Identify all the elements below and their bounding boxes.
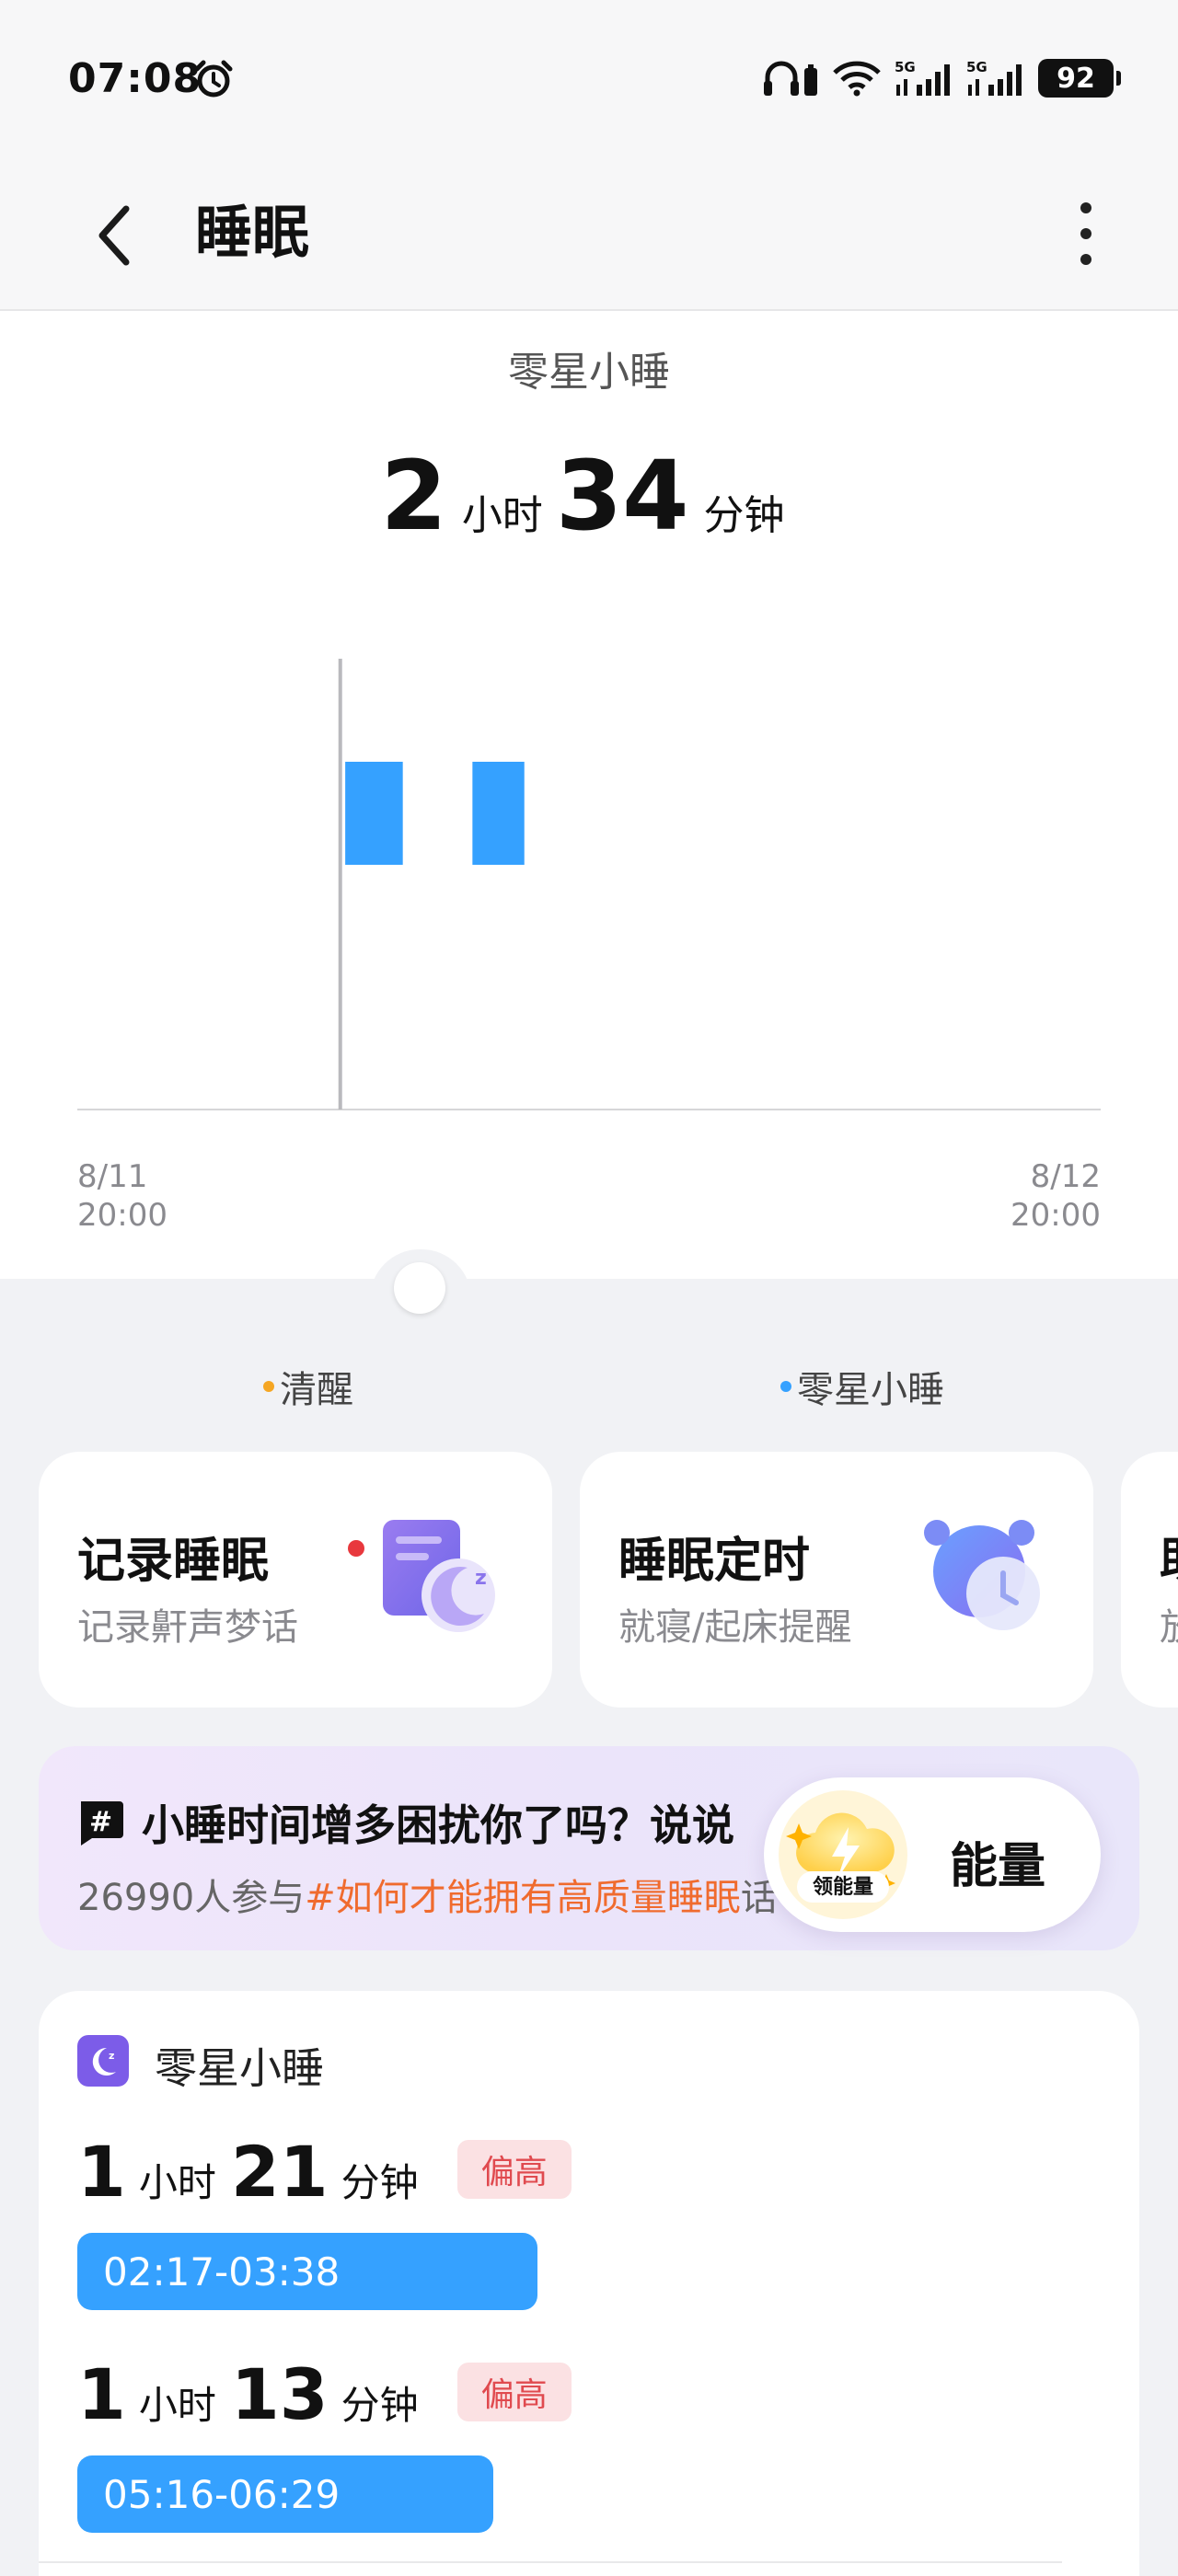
alarm-clock-icon	[924, 1520, 1040, 1630]
card-subtitle: 放	[1160, 1597, 1178, 1650]
nap-list-title: 零星小睡	[155, 2043, 324, 2093]
legend-nap: 零星小睡	[780, 1360, 944, 1413]
x-end-date: 8/12	[1030, 1158, 1101, 1195]
timeline-drag-handle[interactable]	[394, 1262, 445, 1314]
card-title: 助	[1160, 1522, 1178, 1591]
card-title: 记录睡眠	[77, 1534, 270, 1589]
partial-feature-card[interactable]: 助 放	[1121, 1452, 1178, 1708]
topic-title: 小睡时间增多困扰你了吗？说说	[142, 1800, 734, 1850]
legend-dot	[780, 1381, 791, 1392]
more-dot	[1080, 228, 1091, 239]
svg-text:z: z	[475, 1567, 487, 1590]
wifi-icon	[833, 61, 881, 97]
back-button[interactable]	[81, 190, 145, 282]
svg-text:z: z	[109, 2050, 114, 2062]
nap-minutes-unit: 分钟	[341, 2383, 419, 2428]
minutes-unit: 分钟	[703, 492, 785, 539]
sleep-chart-panel: 零星小睡 2 小时 34 分钟 8/11 20:00 8/12 20:00	[0, 311, 1178, 1299]
x-start-date: 8/11	[77, 1158, 148, 1195]
nap-hours-unit: 小时	[138, 2383, 216, 2428]
status-time: 07:08	[68, 55, 202, 102]
sleep-record-icon: z	[383, 1520, 495, 1632]
total-hours: 2	[380, 440, 447, 552]
hashtag-icon: #	[81, 1801, 123, 1846]
total-duration: 2 小时 34 分钟	[0, 440, 1178, 552]
more-options-button[interactable]	[1058, 188, 1114, 280]
battery-icon: 92	[1038, 59, 1121, 98]
nap-bar-1[interactable]	[345, 762, 403, 865]
card-subtitle: 记录鼾声梦话	[77, 1606, 298, 1649]
nap-entry[interactable]: 1 小时 13 分钟 偏高 05:16-06:29	[77, 2353, 1090, 2533]
legend-dot	[263, 1381, 274, 1392]
x-axis-start-label: 8/11 20:00	[77, 1157, 167, 1235]
back-arrow-icon	[98, 205, 130, 266]
x-axis-end-label: 8/12 20:00	[1011, 1157, 1101, 1235]
nap-hours: 1	[77, 2131, 126, 2213]
energy-cloud-icon: 领能量	[779, 1790, 907, 1919]
x-end-time: 20:00	[1011, 1197, 1101, 1234]
battery-level: 92	[1057, 62, 1095, 95]
page-title: 睡眠	[195, 199, 310, 266]
total-minutes: 34	[555, 440, 689, 552]
headphones-icon	[764, 61, 817, 96]
legend-label: 零星小睡	[797, 1369, 944, 1411]
svg-text:#: #	[89, 1806, 112, 1838]
nap-duration: 1 小时 13 分钟 偏高	[77, 2353, 1090, 2435]
app-header: 睡眠	[0, 156, 1178, 311]
card-subtitle: 就寝/起床提醒	[618, 1606, 852, 1649]
status-icons: 5G 5G 92	[762, 57, 1121, 99]
topic-hashtag-link[interactable]: #如何才能拥有高质量睡眠	[305, 1877, 741, 1919]
nap-hours-unit: 小时	[138, 2160, 216, 2205]
nap-duration: 1 小时 21 分钟 偏高	[77, 2131, 1090, 2213]
topic-participants: 26990人参与	[77, 1877, 306, 1919]
nap-bar-2[interactable]	[472, 762, 525, 865]
card-title: 睡眠定时	[618, 1534, 811, 1589]
status-badge: 偏高	[456, 2363, 572, 2421]
more-vertical-icon	[1080, 202, 1091, 213]
energy-floating-button[interactable]: 领能量 能量	[764, 1777, 1101, 1932]
nap-minutes: 13	[230, 2353, 329, 2435]
more-dot	[1080, 254, 1091, 265]
record-sleep-card[interactable]: 记录睡眠 记录鼾声梦话 z	[39, 1452, 552, 1708]
nap-entry[interactable]: 1 小时 21 分钟 偏高 02:17-03:38	[77, 2131, 1090, 2310]
list-divider	[39, 2561, 1062, 2563]
nap-time-range: 02:17-03:38	[77, 2233, 537, 2310]
nap-time-range: 05:16-06:29	[77, 2455, 493, 2533]
status-badge: 偏高	[456, 2140, 572, 2199]
hours-unit: 小时	[461, 492, 543, 539]
nap-minutes: 21	[230, 2131, 329, 2213]
svg-text:5G: 5G	[966, 59, 987, 75]
nap-minutes-unit: 分钟	[341, 2160, 419, 2205]
signal-5g-icon: 5G	[966, 59, 1022, 96]
svg-text:5G: 5G	[895, 59, 916, 75]
sleep-type-label: 零星小睡	[508, 349, 670, 396]
legend-awake: 清醒	[263, 1360, 353, 1413]
alarm-icon	[194, 60, 233, 98]
topic-subtitle: 26990人参与#如何才能拥有高质量睡眠话	[77, 1868, 778, 1921]
status-bar: 07:08 5G 5G 92	[0, 0, 1178, 156]
x-start-time: 20:00	[77, 1197, 167, 1234]
nap-moon-icon: z	[77, 2035, 129, 2087]
energy-badge-text: 领能量	[813, 1875, 873, 1899]
new-badge-dot	[348, 1540, 364, 1557]
sleep-timer-card[interactable]: 睡眠定时 就寝/起床提醒	[580, 1452, 1093, 1708]
nap-list-card: z 零星小睡 1 小时 21 分钟 偏高 02:17-03:38 1 小时 13 分钟 偏高 0…	[39, 1991, 1139, 2576]
legend-label: 清醒	[280, 1369, 353, 1411]
energy-label: 能量	[950, 1839, 1046, 1894]
signal-5g-icon: 5G	[895, 59, 950, 96]
nap-hours: 1	[77, 2353, 126, 2435]
sleep-timeline-chart[interactable]	[0, 624, 1178, 1139]
